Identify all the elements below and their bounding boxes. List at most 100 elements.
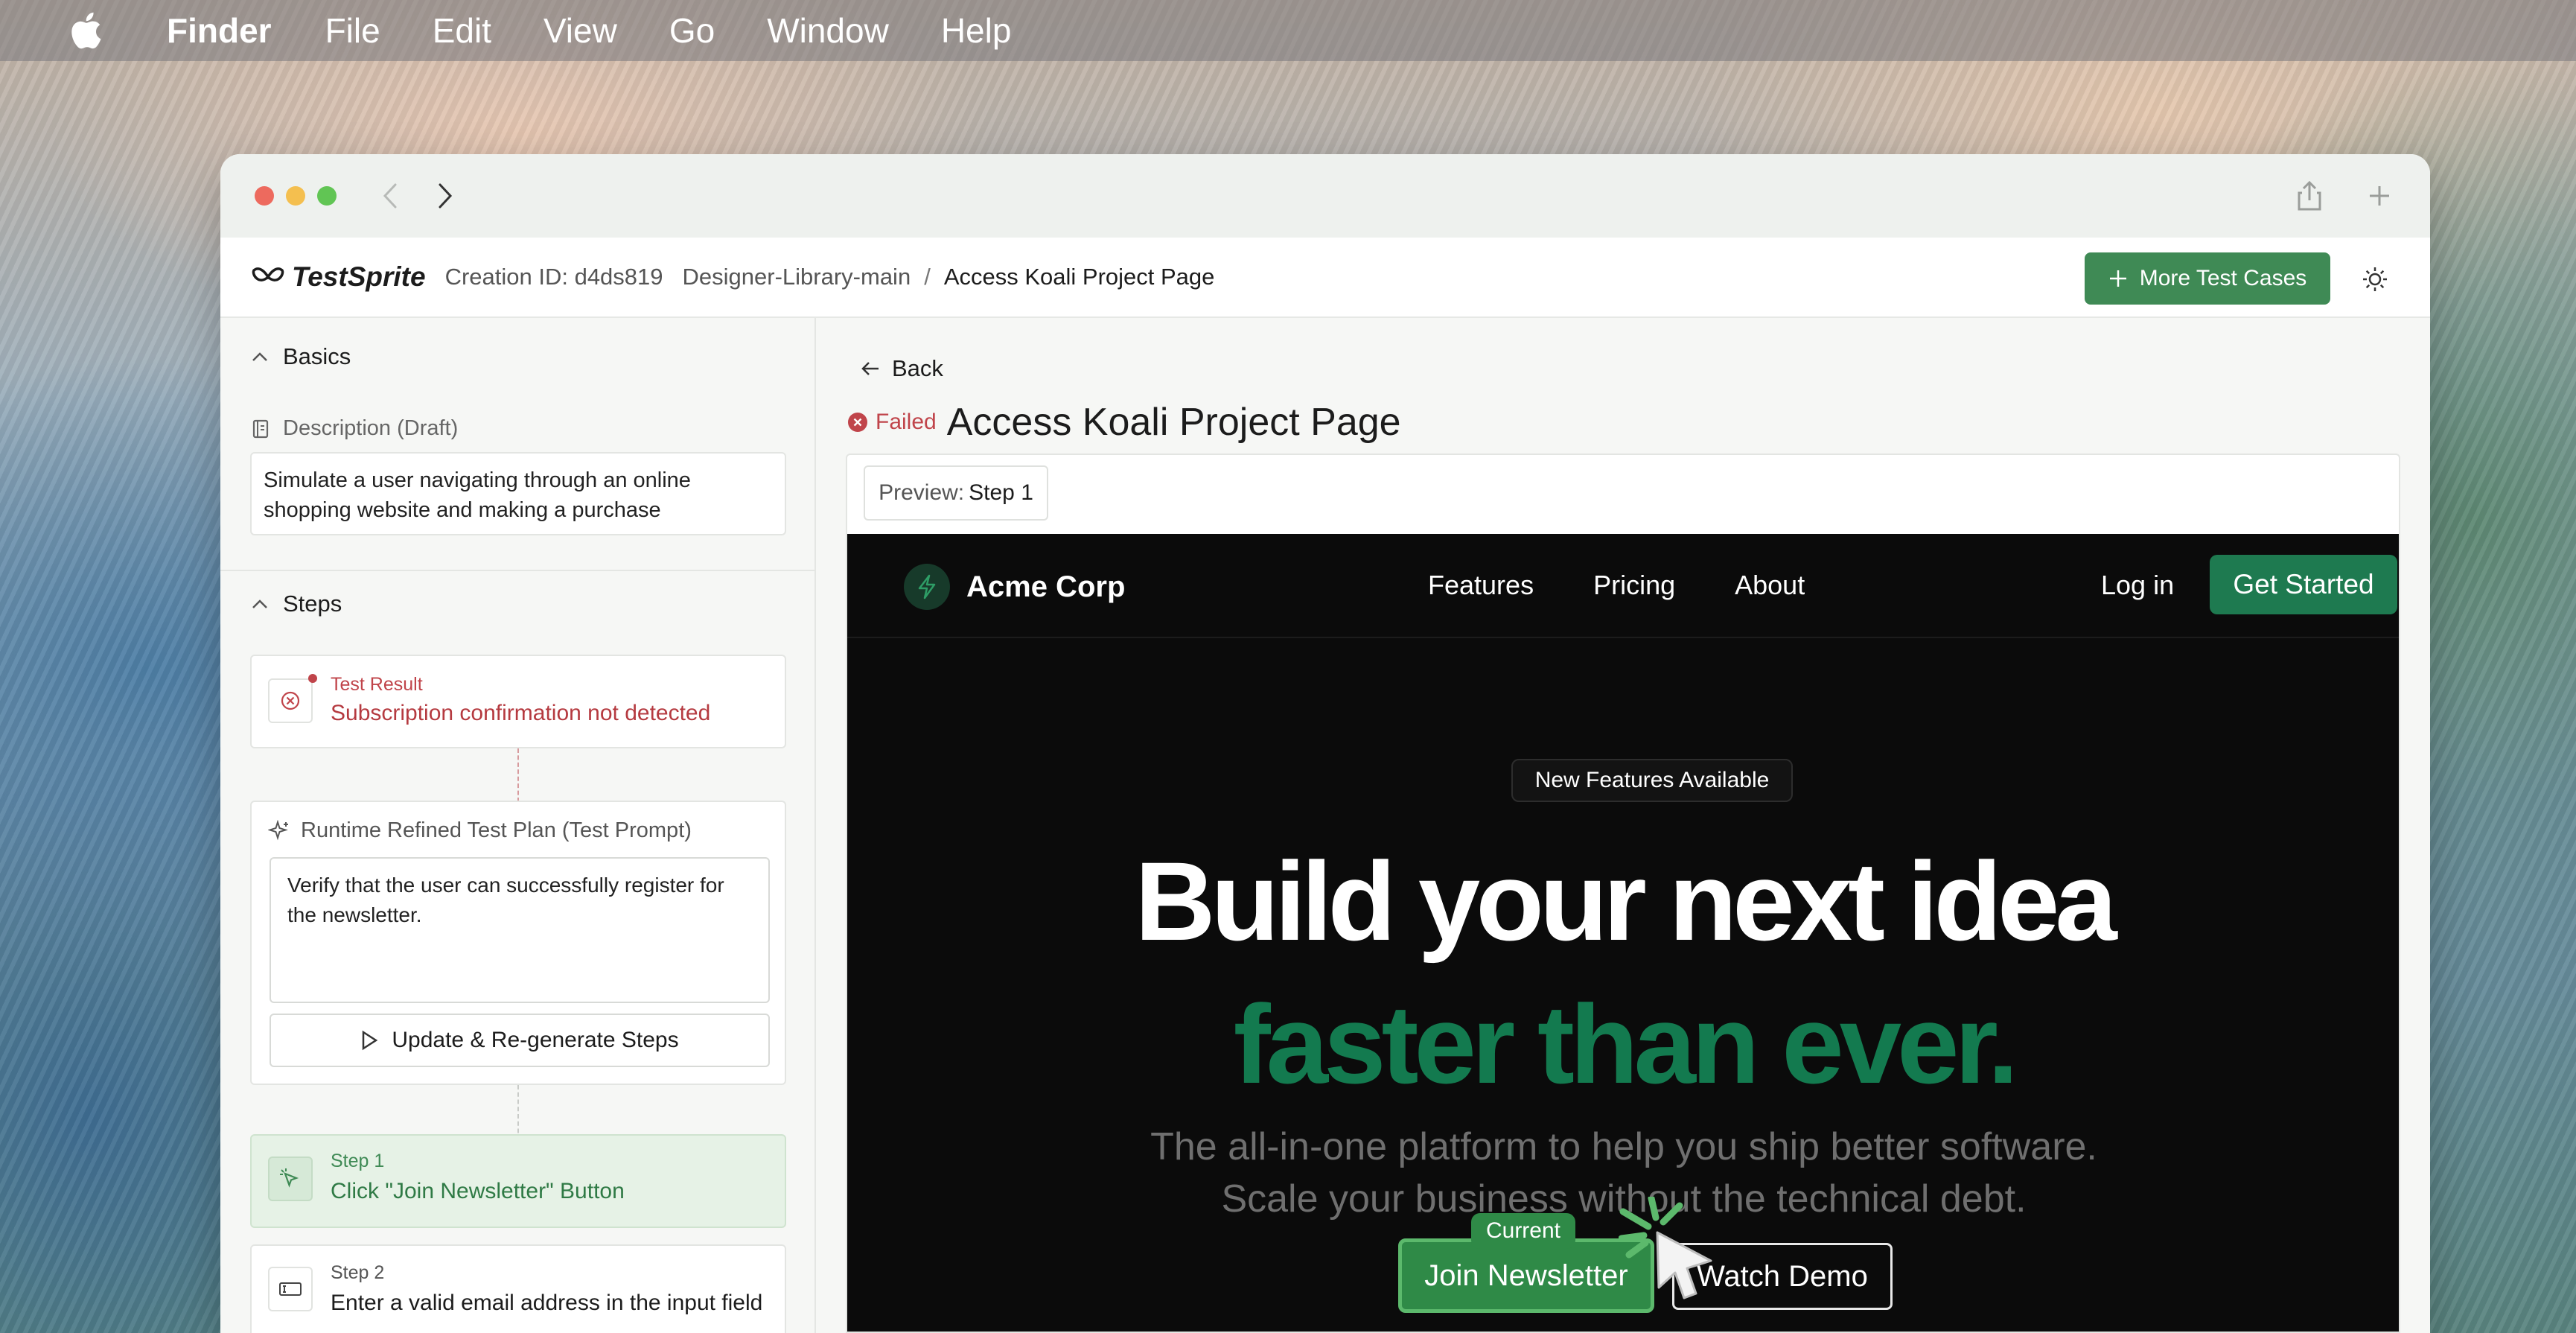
step-2-icon-box	[268, 1267, 313, 1311]
site-nav-pricing[interactable]: Pricing	[1593, 570, 1675, 601]
site-brand-name: Acme Corp	[966, 570, 1126, 603]
breadcrumb-project[interactable]: Designer-Library-main	[683, 264, 911, 290]
arrow-left-icon	[861, 362, 879, 375]
menu-help[interactable]: Help	[941, 10, 1012, 51]
testsprite-logo[interactable]: TestSprite	[252, 261, 426, 293]
breadcrumb-current[interactable]: Access Koali Project Page	[944, 264, 1215, 290]
sparkle-icon	[268, 819, 288, 840]
update-regenerate-button[interactable]: Update & Re-generate Steps	[270, 1014, 770, 1067]
step-1-icon-box	[268, 1157, 313, 1201]
creation-id: Creation ID: d4ds819	[444, 264, 663, 290]
forward-arrow-icon[interactable]	[430, 179, 460, 212]
menu-window[interactable]: Window	[767, 10, 889, 51]
back-arrow-icon[interactable]	[375, 179, 405, 212]
titlebar-actions	[2293, 179, 2396, 212]
description-label: Description (Draft)	[252, 416, 458, 441]
plus-icon	[2109, 270, 2126, 287]
basics-section-toggle[interactable]: Basics	[252, 343, 351, 370]
site-nav-features[interactable]: Features	[1428, 570, 1534, 601]
site-nav-links: Features Pricing About	[1428, 570, 1805, 601]
nav-arrows	[375, 179, 460, 212]
site-login-link[interactable]: Log in	[2101, 570, 2174, 601]
join-newsletter-button[interactable]: Join Newsletter	[1398, 1238, 1654, 1313]
sidebar: Basics Description (Draft) Simulate a us…	[220, 318, 816, 1333]
title-bar	[220, 154, 2430, 238]
test-prompt-textarea[interactable]: Verify that the user can successfully re…	[270, 857, 770, 1003]
error-circle-icon	[281, 691, 300, 710]
title-row: Failed Access Koali Project Page	[847, 400, 1401, 445]
menu-bar: Finder File Edit View Go Window Help	[0, 0, 2576, 61]
apple-icon[interactable]	[67, 10, 103, 51]
cursor-click-icon	[280, 1168, 299, 1188]
breadcrumb-separator: /	[924, 264, 931, 290]
site-navbar: Acme Corp Features Pricing About Log in …	[847, 534, 2399, 638]
share-icon[interactable]	[2293, 179, 2326, 212]
preview-value: Step 1	[969, 480, 1033, 505]
steps-section-toggle[interactable]: Steps	[252, 591, 342, 617]
step-card-1[interactable]: Step 1 Click "Join Newsletter" Button	[250, 1134, 786, 1228]
site-nav-about[interactable]: About	[1735, 570, 1805, 601]
minimize-window-button[interactable]	[286, 186, 305, 206]
preview-panel: Preview: Step 1 Acme Corp Features Prici…	[846, 454, 2400, 1333]
site-get-started-button[interactable]: Get Started	[2210, 555, 2397, 614]
alert-dot	[308, 674, 317, 683]
menu-go[interactable]: Go	[669, 10, 715, 51]
preview-step-selector[interactable]: Preview: Step 1	[864, 465, 1048, 521]
hero-subtitle-line1: The all-in-one platform to help you ship…	[1150, 1125, 2097, 1168]
new-features-pill: New Features Available	[1511, 759, 1793, 802]
main-panel: Back Failed Access Koali Project Page Pr…	[816, 318, 2430, 1333]
step-card-2[interactable]: Step 2 Enter a valid email address in th…	[250, 1244, 786, 1333]
hero-headline-line1: Build your next idea	[1135, 839, 2117, 964]
step-1-number: Step 1	[331, 1151, 385, 1171]
more-test-cases-button[interactable]: More Test Cases	[2085, 252, 2330, 305]
step-2-text: Enter a valid email address in the input…	[331, 1291, 763, 1315]
test-result-icon-box	[268, 674, 317, 723]
traffic-lights	[255, 186, 337, 206]
document-icon	[252, 419, 269, 438]
chevron-up-icon	[252, 599, 267, 608]
new-tab-plus-icon[interactable]	[2363, 179, 2396, 212]
preview-screenshot: Acme Corp Features Pricing About Log in …	[847, 534, 2399, 1332]
description-label-text: Description (Draft)	[283, 416, 459, 440]
back-label: Back	[892, 355, 943, 381]
basics-label: Basics	[283, 343, 351, 369]
hero-headline-line2: faster than ever.	[1233, 982, 2019, 1107]
update-regenerate-label: Update & Re-generate Steps	[392, 1028, 679, 1052]
test-result-label: Test Result	[331, 674, 423, 695]
testsprite-logo-icon	[252, 267, 284, 281]
logo-text: TestSprite	[292, 261, 426, 292]
sidebar-divider	[220, 570, 816, 571]
lightning-bolt-icon	[904, 564, 950, 610]
menu-app-finder[interactable]: Finder	[167, 10, 272, 51]
app-header: TestSprite Creation ID: d4ds819 Designer…	[220, 238, 2430, 318]
site-brand[interactable]: Acme Corp	[904, 564, 1125, 610]
connector-line	[517, 748, 519, 802]
steps-label: Steps	[283, 591, 342, 617]
close-window-button[interactable]	[255, 186, 274, 206]
chevron-up-icon	[252, 352, 267, 361]
test-result-card[interactable]: Test Result Subscription confirmation no…	[250, 655, 786, 748]
back-button[interactable]: Back	[861, 355, 943, 382]
more-test-cases-label: More Test Cases	[2139, 266, 2307, 290]
zoom-window-button[interactable]	[317, 186, 337, 206]
current-step-badge: Current	[1471, 1213, 1575, 1249]
menu-file[interactable]: File	[325, 10, 380, 51]
text-input-icon	[279, 1282, 302, 1296]
test-plan-label: Runtime Refined Test Plan (Test Prompt)	[268, 818, 692, 843]
test-plan-card: Runtime Refined Test Plan (Test Prompt) …	[250, 801, 786, 1085]
theme-toggle-sun-icon[interactable]	[2360, 264, 2390, 294]
page-title: Access Koali Project Page	[946, 401, 1401, 444]
step-1-text: Click "Join Newsletter" Button	[331, 1179, 625, 1203]
description-field[interactable]: Simulate a user navigating through an on…	[250, 452, 786, 535]
menu-view[interactable]: View	[543, 10, 617, 51]
failed-status-text: Failed	[876, 410, 937, 434]
failed-x-circle-icon	[848, 413, 867, 432]
click-cursor-icon	[1619, 1197, 1712, 1299]
test-plan-label-text: Runtime Refined Test Plan (Test Prompt)	[301, 818, 692, 842]
test-result-value: Subscription confirmation not detected	[331, 701, 711, 725]
play-icon	[363, 1030, 378, 1051]
step-2-number: Step 2	[331, 1262, 385, 1283]
browser-window: TestSprite Creation ID: d4ds819 Designer…	[220, 154, 2430, 1333]
menu-edit[interactable]: Edit	[433, 10, 491, 51]
preview-key: Preview:	[879, 480, 965, 505]
